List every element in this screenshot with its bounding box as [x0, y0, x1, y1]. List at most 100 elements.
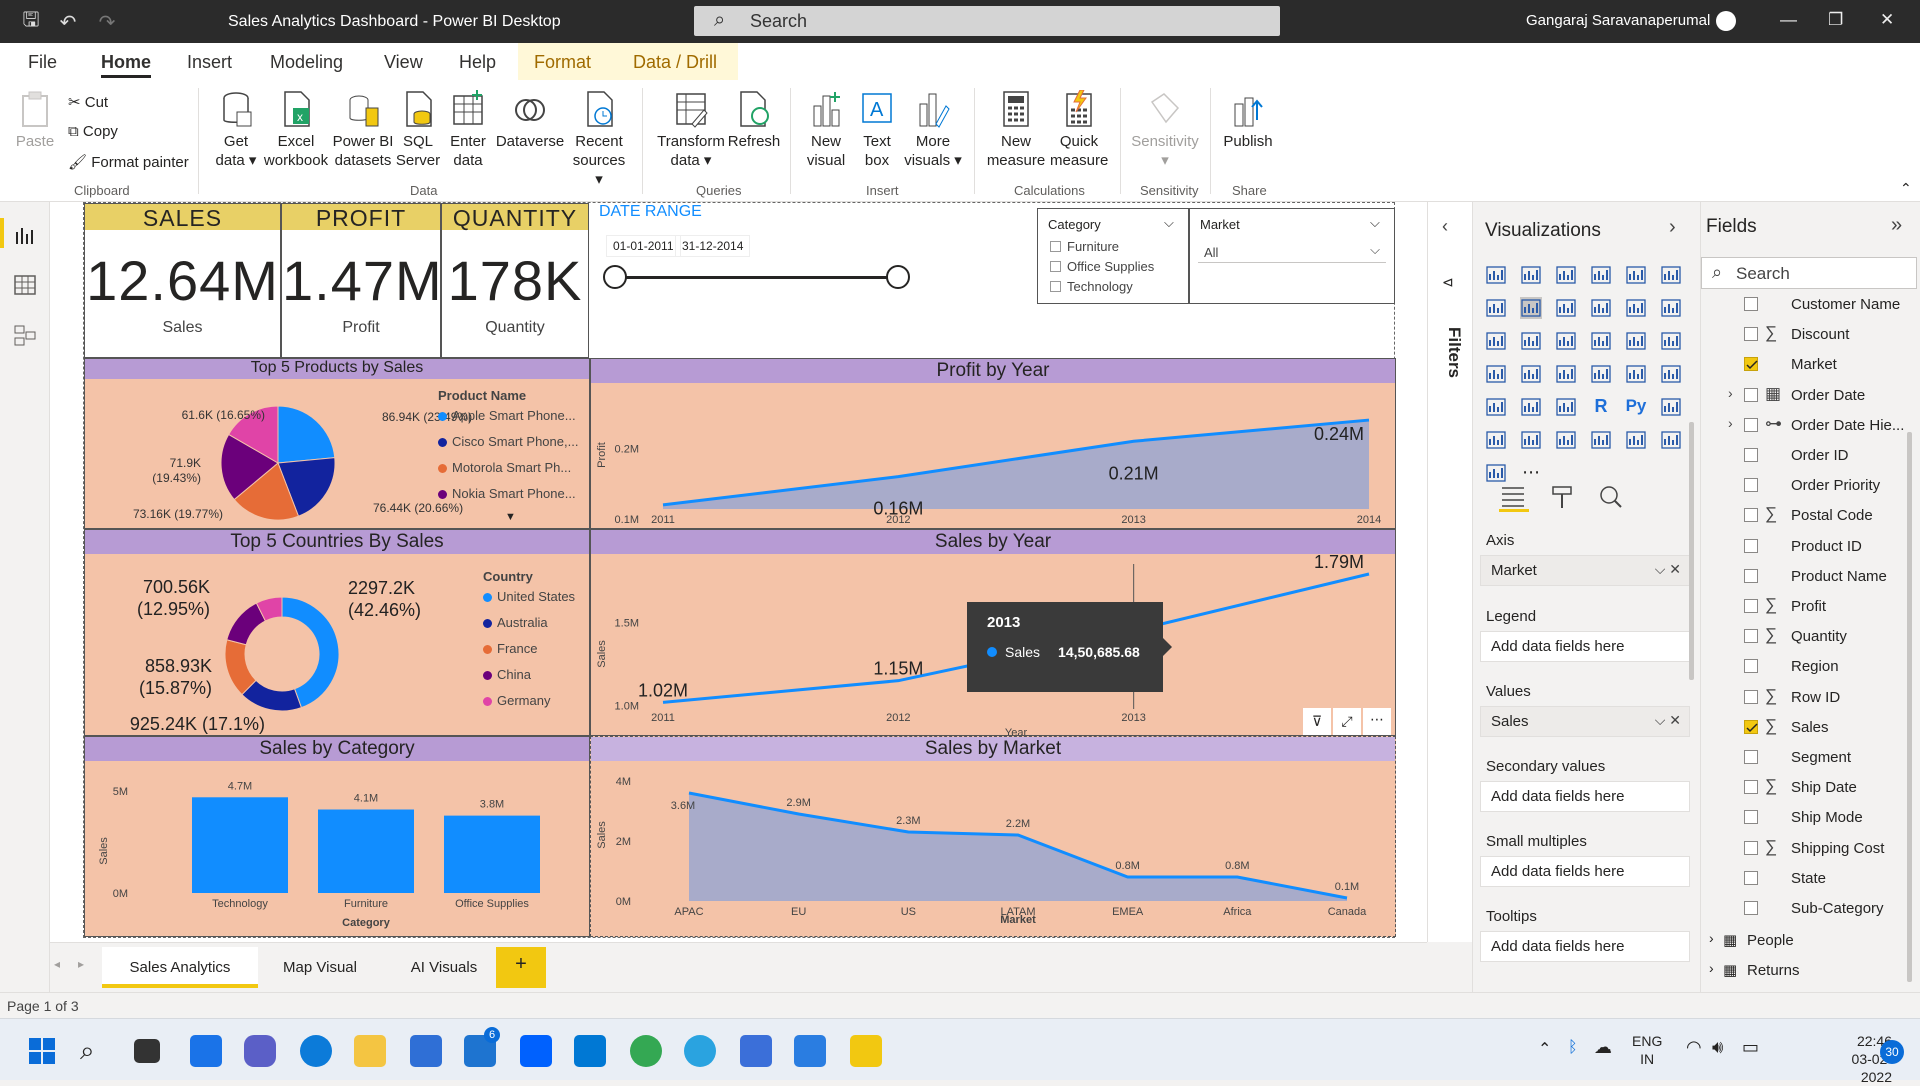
publish-button[interactable]: Publish [1220, 90, 1276, 151]
stacked-column-visual-icon[interactable] [1520, 264, 1542, 286]
chevron-down-icon[interactable]: ⌵ [1370, 215, 1380, 231]
page-tab-map-visual[interactable]: Map Visual [258, 947, 382, 988]
store-icon[interactable] [410, 1035, 442, 1067]
field-item[interactable]: State [1701, 867, 1920, 891]
well-field-chip[interactable]: Sales ⌵ ✕ [1480, 706, 1690, 737]
cut-button[interactable]: ✂ Cut [68, 93, 108, 111]
start-date-field[interactable]: 01-01-2011 [606, 235, 681, 257]
legend-item[interactable]: China [483, 667, 575, 693]
well-drop-zone[interactable]: Add data fields here [1480, 856, 1690, 887]
scroll-right-icon[interactable]: ▸ [78, 957, 84, 971]
scroll-left-icon[interactable]: ◂ [54, 957, 60, 971]
donut-visual-icon[interactable] [1625, 330, 1647, 352]
volume-icon[interactable]: 🔊︎ [1712, 1037, 1723, 1058]
market-slicer[interactable]: Market ⌵ All ⌵ [1189, 208, 1395, 304]
more-visual-icon[interactable]: ⋯ [1520, 462, 1542, 484]
legend-item[interactable]: France [483, 641, 575, 667]
expand-chevron-icon[interactable]: › [1709, 960, 1714, 976]
power-automate-visual-icon[interactable] [1660, 429, 1682, 451]
minimize-icon[interactable]: — [1780, 10, 1797, 30]
decomposition-tree-visual-icon[interactable] [1485, 429, 1507, 451]
field-checkbox[interactable] [1744, 599, 1758, 613]
get-data-button[interactable]: Get data ▾ [210, 90, 262, 170]
well-drop-zone[interactable]: Add data fields here [1480, 931, 1690, 962]
arcgis-visual-icon[interactable] [1485, 462, 1507, 484]
model-view-icon[interactable] [13, 324, 37, 346]
todo-icon[interactable] [794, 1035, 826, 1067]
report-view-icon[interactable] [13, 224, 37, 246]
top-products-visual[interactable]: Top 5 Products by Sales 86.94K (23.49%) 7… [84, 358, 590, 529]
date-range-end-handle[interactable] [886, 265, 910, 289]
r-script-visual-icon[interactable]: R [1590, 396, 1612, 418]
smart-narrative-visual-icon[interactable] [1555, 429, 1577, 451]
new-measure-button[interactable]: New measure [984, 90, 1048, 170]
field-item[interactable]: Product Name [1701, 565, 1920, 589]
field-checkbox[interactable] [1744, 689, 1758, 704]
powershell-icon[interactable] [574, 1035, 606, 1067]
chrome-icon[interactable] [630, 1035, 662, 1067]
refresh-button[interactable]: Refresh [726, 90, 782, 151]
notepad-icon[interactable] [740, 1035, 772, 1067]
field-checkbox[interactable] [1744, 297, 1758, 311]
telegram-icon[interactable] [684, 1035, 716, 1067]
legend-item[interactable]: Nokia Smart Phone... [438, 486, 578, 512]
mail-icon[interactable]: 6 [464, 1027, 500, 1067]
field-checkbox[interactable] [1744, 478, 1758, 493]
field-checkbox[interactable] [1744, 508, 1758, 523]
excel-workbook-button[interactable]: x Excel workbook [263, 90, 329, 170]
chevron-left-icon[interactable]: ‹ [1442, 216, 1448, 237]
scatter-visual-icon[interactable] [1555, 330, 1577, 352]
field-item[interactable]: › ▦ Order Date [1701, 384, 1920, 408]
sales-by-market-visual[interactable]: Sales by Market Sales 0M 2M 4M APAC EU US LATAM… [590, 736, 1396, 937]
save-icon[interactable]: 🖫 [18, 9, 44, 35]
more-visuals-button[interactable]: More visuals ▾ [902, 90, 964, 170]
dataverse-button[interactable]: Dataverse [494, 90, 566, 151]
tab-view[interactable]: View [384, 52, 423, 73]
pie-visual-icon[interactable] [1590, 330, 1612, 352]
wifi-icon[interactable]: ◠ [1686, 1037, 1702, 1058]
paste-button[interactable]: Paste [14, 90, 56, 151]
checkbox[interactable] [1050, 261, 1061, 272]
field-item[interactable]: Segment [1701, 746, 1920, 770]
tab-modeling[interactable]: Modeling [270, 52, 343, 73]
edge-browser-icon[interactable] [300, 1035, 332, 1067]
tab-home[interactable]: Home [101, 52, 151, 73]
table-visual-icon[interactable] [1520, 396, 1542, 418]
fields-search-input[interactable]: ⌕ Search [1701, 257, 1917, 289]
field-checkbox[interactable] [1744, 448, 1758, 462]
slicer-visual-icon[interactable] [1485, 396, 1507, 418]
well-drop-zone[interactable]: Add data fields here [1480, 631, 1690, 662]
category-slicer[interactable]: Category ⌵ Furniture Office Supplies Tec… [1037, 208, 1189, 304]
field-item[interactable]: ∑ Quantity [1701, 625, 1920, 649]
qa-visual-icon[interactable] [1520, 429, 1542, 451]
funnel-visual-icon[interactable] [1520, 330, 1542, 352]
file-explorer-icon[interactable] [354, 1035, 386, 1067]
tab-insert[interactable]: Insert [187, 52, 232, 73]
redo-icon[interactable]: ↷ [94, 9, 120, 35]
checkbox[interactable] [1050, 281, 1061, 292]
multi-row-card-visual-icon[interactable] [1625, 363, 1647, 385]
stacked-area-visual-icon[interactable] [1555, 297, 1577, 319]
clustered-bar-visual-icon[interactable] [1555, 264, 1577, 286]
format-painter-button[interactable]: 🖌 Format painter [68, 153, 189, 171]
field-checkbox[interactable] [1744, 417, 1758, 432]
sensitivity-button[interactable]: Sensitivity ▾ [1128, 90, 1202, 170]
teams-chat-icon[interactable] [244, 1035, 276, 1067]
remove-field-icon[interactable]: ⌵ ✕ [1655, 561, 1681, 578]
legend-scroll-down-icon[interactable]: ▼ [505, 511, 516, 523]
date-range-slicer[interactable]: DATE RANGE 01-01-2011 31-12-2014 [596, 203, 996, 303]
expand-chevron-icon[interactable]: › [1728, 415, 1733, 431]
field-checkbox[interactable] [1744, 719, 1758, 734]
data-view-icon[interactable] [13, 274, 37, 296]
analytics-icon[interactable] [1597, 484, 1625, 512]
field-checkbox[interactable] [1744, 387, 1758, 402]
filters-pane-collapsed[interactable]: ‹ ⊲ Filters [1427, 202, 1472, 942]
line-column-2-visual-icon[interactable] [1625, 297, 1647, 319]
field-item[interactable]: Sub-Category [1701, 897, 1920, 921]
legend-item[interactable]: United States [483, 589, 575, 615]
more-options-icon[interactable]: ⋯ [1363, 708, 1391, 735]
field-item[interactable]: Product ID [1701, 535, 1920, 559]
remove-field-icon[interactable]: ⌵ ✕ [1655, 712, 1681, 729]
chevron-down-icon[interactable]: ⌵ [1164, 215, 1174, 231]
filled-map-visual-icon[interactable] [1520, 363, 1542, 385]
